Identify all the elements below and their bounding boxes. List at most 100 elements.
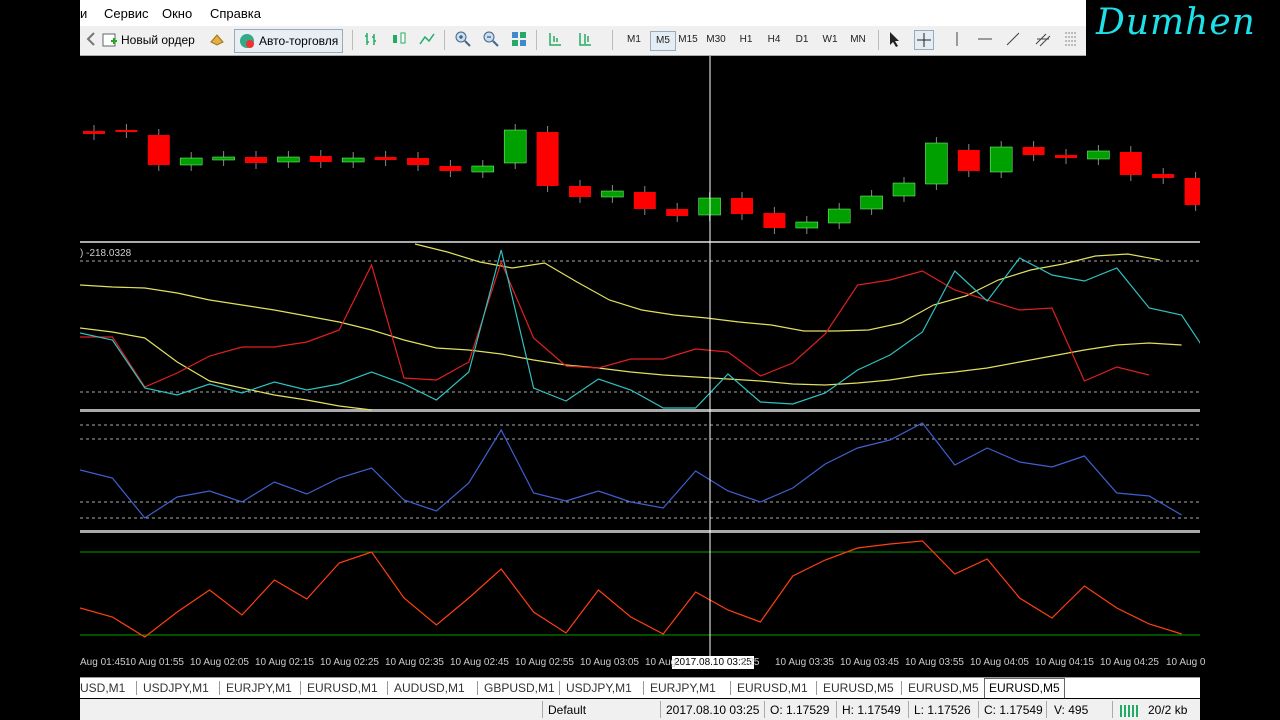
menu-bar: и Сервис Окно Справка [80,0,1086,27]
candle [1119,152,1142,175]
time-axis-label: 10 Aug 04:05 [970,657,1029,668]
trend-line-icon[interactable] [1004,30,1022,48]
candle [83,131,105,134]
autoscroll-icon[interactable] [576,30,594,48]
menu-window[interactable]: Окно [162,6,192,21]
time-axis-label: 10 Aug 01:55 [125,657,184,668]
candle [115,130,138,132]
timeframe-m30[interactable]: M30 [704,31,728,49]
tab-separator [300,681,301,695]
price-chart[interactable] [80,56,1200,656]
status-close: C: 1.17549 [984,703,1043,717]
timeframe-h4[interactable]: H4 [762,31,786,49]
ma-fast-line [80,327,372,411]
chart-tab[interactable]: EURUSD,M1 [737,680,808,696]
tile-windows-icon[interactable] [510,30,528,48]
candlestick-icon[interactable] [390,30,408,48]
new-order-button[interactable]: Новый ордер [102,29,195,51]
separator [536,30,537,50]
tab-separator [477,681,478,695]
vertical-line-icon[interactable] [948,30,966,48]
tab-separator [643,681,644,695]
time-axis-label: 3:25 [740,657,760,668]
cursor-icon[interactable] [886,30,904,48]
candle [827,208,851,224]
chart-tab[interactable]: USDJPY,M1 [566,680,632,696]
time-axis-label: 10 Aug 02:25 [320,657,379,668]
tab-separator [219,681,220,695]
time-axis-label: 10 Aug 02:35 [385,657,444,668]
candle [1152,174,1175,178]
candle [536,132,559,186]
oscillator-blue-line [80,422,1182,519]
history-icon[interactable] [208,30,226,48]
chart-tab[interactable]: USDJPY,M1 [143,680,209,696]
zoom-out-icon[interactable] [482,30,500,48]
horizontal-line-icon[interactable] [976,30,994,48]
tab-separator [901,681,902,695]
candle [731,198,753,214]
channel-icon[interactable] [1034,30,1052,48]
status-traffic: 20/2 kb [1148,703,1188,717]
chart-shift-icon[interactable] [546,30,564,48]
status-high: H: 1.17549 [842,703,901,717]
menu-item-partial[interactable]: и [80,6,87,21]
chart-tab[interactable]: EURUSD,M5 [823,680,894,696]
time-axis-label: 10 Aug 02:05 [190,657,249,668]
tab-separator [730,681,731,695]
candle [633,192,656,209]
status-bar: Default 2017.08.10 03:25 O: 1.17529 H: 1… [80,699,1200,720]
timeframe-m5[interactable]: M5 [650,31,676,51]
time-axis-label: 10 Aug [645,657,677,668]
chart-tab[interactable]: USD,M1 [80,680,125,696]
zoom-in-icon[interactable] [454,30,472,48]
candle [795,221,819,229]
chart-tabs: USD,M1 USDJPY,M1 EURJPY,M1 EURUSD,M1 AUDUSD,… [80,677,1200,698]
separator [444,30,445,50]
candle [989,146,1013,173]
time-axis-label: 10 Aug 03:05 [580,657,639,668]
candle [1087,150,1110,160]
timeframe-m1[interactable]: M1 [622,31,646,49]
timeframe-m15[interactable]: M15 [676,31,700,49]
chart-tab[interactable]: EURJPY,M1 [226,680,292,696]
new-order-icon [102,33,117,47]
auto-trading-button[interactable]: Авто-торговля [234,29,344,53]
watermark-logo: Dumhen [1096,2,1256,43]
timeframe-w1[interactable]: W1 [818,31,842,49]
time-axis-label: 10 Aug 03:55 [905,657,964,668]
timeframe-mn[interactable]: MN [846,31,870,49]
status-open: O: 1.17529 [770,703,830,717]
tab-separator [816,681,817,695]
timeframe-h1[interactable]: H1 [734,31,758,49]
chart-tab[interactable]: EURUSD,M5 [984,678,1065,698]
auto-trading-icon [240,34,254,48]
time-axis-label: 10 Aug 0 [1166,657,1206,668]
candle [1022,147,1045,155]
ma-cyan-line [80,249,1200,409]
chart-tab[interactable]: AUDUSD,M1 [394,680,465,696]
new-order-label: Новый ордер [121,33,195,47]
line-chart-icon[interactable] [418,30,436,48]
connection-bars-icon [1120,705,1138,717]
candle [763,213,786,228]
chart-tab[interactable]: EURUSD,M5 [908,680,979,696]
ma-top-line [414,243,1161,332]
status-volume: V: 495 [1054,703,1089,717]
candle [212,156,235,161]
bar-chart-icon[interactable] [362,30,380,48]
menu-help[interactable]: Справка [210,6,261,21]
toolbar: Новый ордер Авто-торговля M1 M5 M15 M30 H1 H4… [80,26,1086,56]
arrow-icon[interactable] [82,30,100,48]
text-tool-icon[interactable] [1062,30,1080,48]
menu-service[interactable]: Сервис [104,6,149,21]
chart-tab[interactable]: EURJPY,M1 [650,680,716,696]
chart-tab[interactable]: EURUSD,M1 [307,680,378,696]
crosshair-icon[interactable] [914,30,934,50]
chart-tab[interactable]: GBPUSD,M1 [484,680,555,696]
status-profile: Default [548,703,587,717]
candle [245,157,267,163]
tab-separator [387,681,388,695]
timeframe-d1[interactable]: D1 [790,31,814,49]
candle [179,157,203,166]
